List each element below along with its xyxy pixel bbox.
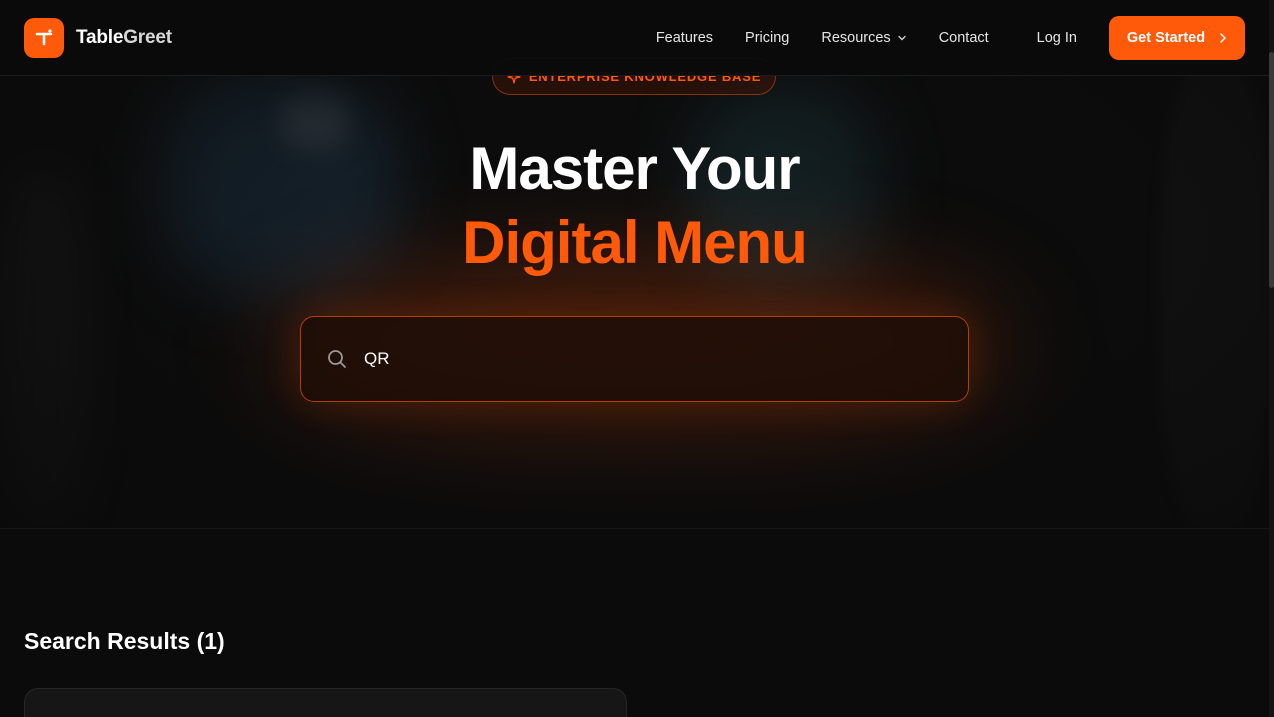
search-input[interactable] xyxy=(364,349,924,369)
search-result-card[interactable] xyxy=(24,688,627,717)
brand-logo[interactable]: TableGreet xyxy=(24,17,172,58)
search-icon xyxy=(328,350,346,368)
logo-icon xyxy=(24,17,64,58)
nav-features[interactable]: Features xyxy=(656,30,713,46)
page-scrollbar[interactable] xyxy=(1269,0,1274,717)
hero-title: Master Your Digital Menu xyxy=(0,132,1269,280)
nav-contact[interactable]: Contact xyxy=(939,30,989,46)
search-box xyxy=(300,316,969,402)
search-results-title: Search Results (1) xyxy=(24,628,225,654)
get-started-button[interactable]: Get Started xyxy=(1109,15,1245,60)
scrollbar-thumb[interactable] xyxy=(1269,52,1274,288)
hero-title-line1: Master Your xyxy=(469,135,800,202)
page: TableGreet Features Pricing Resources Co… xyxy=(0,0,1274,717)
top-navbar: TableGreet Features Pricing Resources Co… xyxy=(0,0,1269,76)
hero-title-line2: Digital Menu xyxy=(462,209,808,276)
chevron-right-icon xyxy=(1220,32,1227,43)
main-nav: Features Pricing Resources Contact Log I… xyxy=(656,15,1245,60)
login-link[interactable]: Log In xyxy=(1037,30,1077,46)
nav-pricing[interactable]: Pricing xyxy=(745,30,789,46)
chevron-down-icon xyxy=(897,35,906,40)
nav-resources[interactable]: Resources xyxy=(821,30,906,46)
brand-name: TableGreet xyxy=(76,26,172,48)
